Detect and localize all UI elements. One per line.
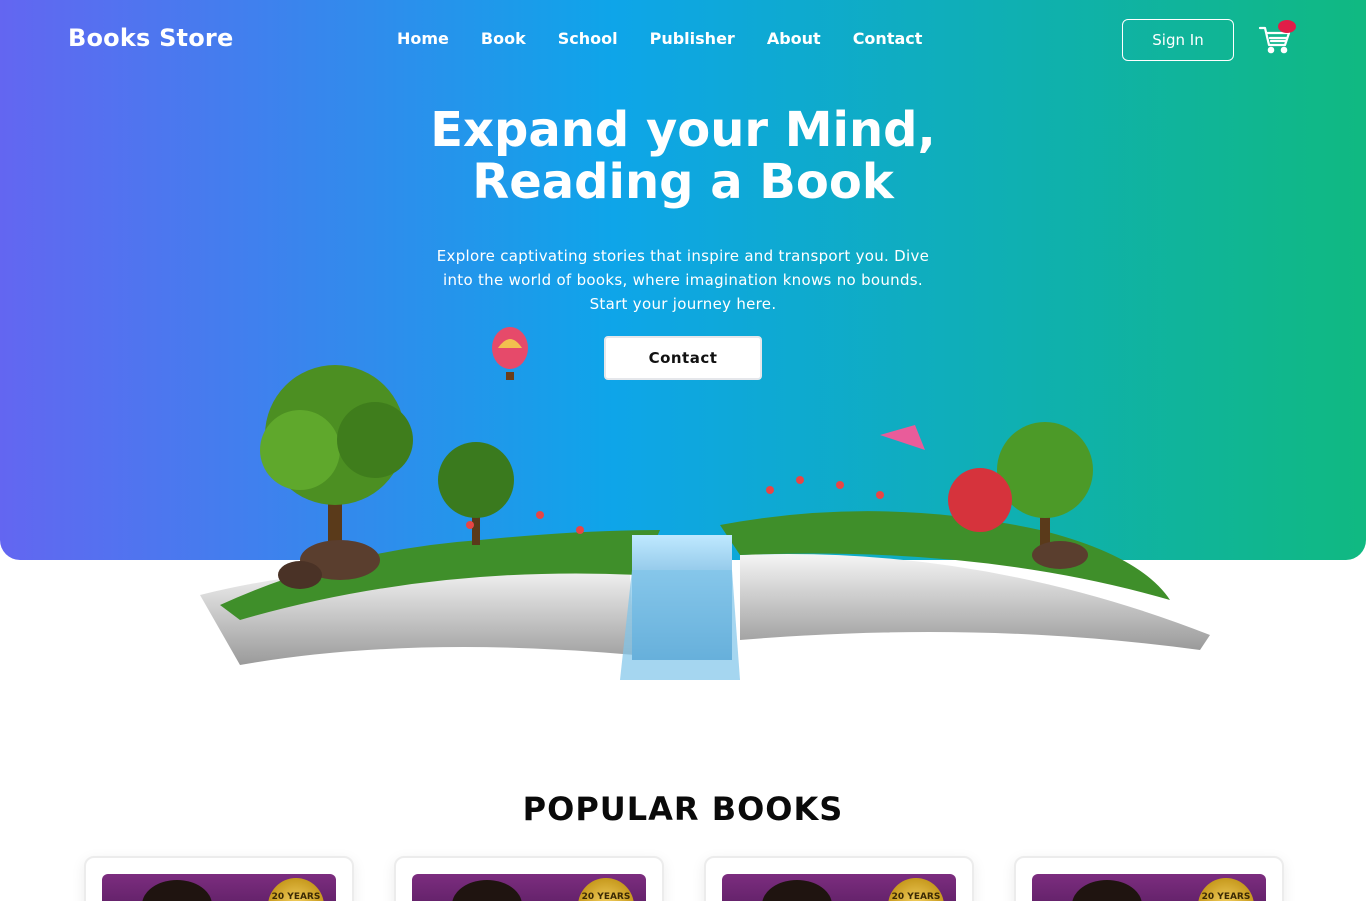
cover-photo [1072, 880, 1142, 901]
book-card[interactable]: 20 YEARS [704, 856, 974, 901]
nav-about[interactable]: About [767, 29, 821, 48]
nav-home[interactable]: Home [397, 29, 449, 48]
anniversary-seal: 20 YEARS [578, 878, 634, 901]
cover-photo [452, 880, 522, 901]
cart-badge [1278, 20, 1296, 33]
anniversary-seal: 20 YEARS [1198, 878, 1254, 901]
hero-title-line-2: Reading a Book [472, 154, 894, 210]
nav-school[interactable]: School [558, 29, 618, 48]
hero-illustration [180, 327, 1220, 700]
book-cover: 20 YEARS [1032, 874, 1266, 901]
anniversary-seal: 20 YEARS [268, 878, 324, 901]
nav-contact[interactable]: Contact [853, 29, 923, 48]
book-card[interactable]: 20 YEARS [394, 856, 664, 901]
anniversary-seal: 20 YEARS [888, 878, 944, 901]
main-nav: Home Book School Publisher About Contact [397, 29, 922, 48]
popular-books-title: POPULAR BOOKS [522, 790, 844, 828]
book-cover: 20 YEARS [102, 874, 336, 901]
cover-photo [762, 880, 832, 901]
book-card[interactable]: 20 YEARS [84, 856, 354, 901]
hero-description: Explore captivating stories that inspire… [436, 247, 930, 313]
nav-publisher[interactable]: Publisher [650, 29, 735, 48]
cover-photo [142, 880, 212, 901]
book-cover: 20 YEARS [412, 874, 646, 901]
book-card[interactable]: 20 YEARS [1014, 856, 1284, 901]
book-cover: 20 YEARS [722, 874, 956, 901]
brand-logo[interactable]: Books Store [68, 24, 233, 52]
hero-title-line-1: Expand your Mind, [430, 102, 936, 158]
sign-in-button[interactable]: Sign In [1122, 19, 1234, 61]
hero-title: Expand your Mind, Reading a Book [0, 104, 1366, 208]
nav-book[interactable]: Book [481, 29, 526, 48]
